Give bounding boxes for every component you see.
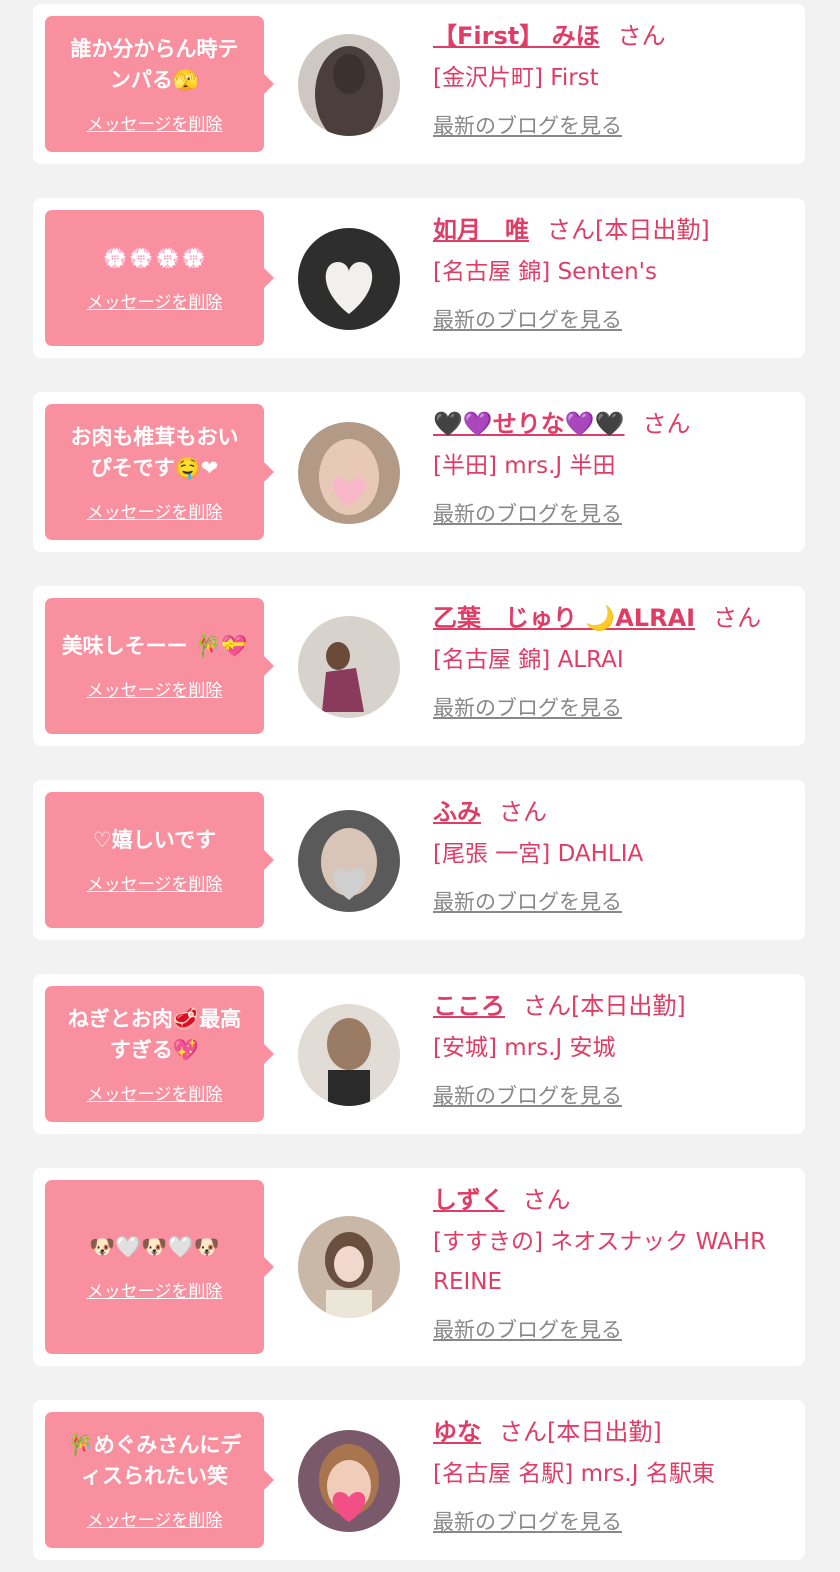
latest-blog-link[interactable]: 最新のブログを見る (433, 498, 622, 528)
delete-message-link[interactable]: メッセージを削除 (87, 1277, 223, 1302)
delete-message-link[interactable]: メッセージを削除 (87, 1506, 223, 1531)
favorite-card: 美味しそーー 🎋💝 メッセージを削除 乙葉 じゅり 🌙ALRAI さん [名古屋 … (33, 586, 805, 746)
card-info: こころ さん[本日出勤] [安城] mrs.J 安城 最新のブログを見る (433, 988, 793, 1110)
cast-name-link[interactable]: ふみ (433, 798, 481, 826)
favorites-message-list: 誰か分からん時テ ンパる🫣 メッセージを削除 【First】 みほ さん [金沢片… (0, 0, 840, 1572)
avatar[interactable] (298, 1430, 400, 1532)
message-text: ねぎとお肉🥩最高 すぎる💖 (67, 1006, 242, 1062)
delete-message-link[interactable]: メッセージを削除 (87, 676, 223, 701)
avatar[interactable] (298, 422, 400, 524)
avatar[interactable] (298, 810, 400, 912)
favorite-card: 💮💮💮💮 メッセージを削除 如月 唯さん[本日出勤] [名古屋 錦] Sente… (33, 198, 805, 358)
message-bubble: 💮💮💮💮 メッセージを削除 (45, 210, 274, 346)
message-text: 誰か分からん時テ ンパる🫣 (70, 36, 239, 92)
avatar[interactable] (298, 228, 400, 330)
shop-label: [尾張 一宮] DAHLIA (433, 841, 644, 867)
message-text: ♡嬉しいです (92, 828, 217, 852)
message-text: 美味しそーー 🎋💝 (61, 634, 248, 658)
message-text: 🎋めぐみさんにデ ィスられたい笑 (67, 1432, 242, 1488)
favorite-card: お肉も椎茸もおい ぴそです🤤❤ メッセージを削除 🖤💜せりな💜🖤 さん [半田] … (33, 392, 805, 552)
card-info: 乙葉 じゅり 🌙ALRAI さん [名古屋 錦] ALRAI 最新のブログを見る (433, 600, 793, 722)
message-bubble: 🐶🤍🐶🤍🐶 メッセージを削除 (45, 1180, 274, 1354)
honorific-label: さん (617, 22, 666, 50)
favorite-card: ♡嬉しいです メッセージを削除 ふみ さん [尾張 一宮] DAHLIA 最新のブ… (33, 780, 805, 940)
honorific-label: さん[本日出勤] (523, 992, 686, 1020)
shop-label: [名古屋 錦] Senten's (433, 259, 657, 285)
cast-name-link[interactable]: 如月 唯 (433, 216, 529, 244)
card-info: しずく さん [すすきの] ネオスナック WAHR REINE 最新のブログを見る (433, 1182, 793, 1344)
avatar-photo-icon (298, 1430, 400, 1532)
cast-name-link[interactable]: 【First】 みほ (433, 22, 600, 50)
card-info: ふみ さん [尾張 一宮] DAHLIA 最新のブログを見る (433, 794, 793, 916)
latest-blog-link[interactable]: 最新のブログを見る (433, 886, 622, 916)
cast-name-link[interactable]: しずく (433, 1186, 505, 1214)
cast-name-link[interactable]: 🖤💜せりな💜🖤 (433, 410, 625, 438)
message-text: 💮💮💮💮 (102, 246, 207, 270)
cast-name-link[interactable]: 乙葉 じゅり 🌙ALRAI (433, 604, 695, 632)
latest-blog-link[interactable]: 最新のブログを見る (433, 304, 622, 334)
card-info: 【First】 みほ さん [金沢片町] First 最新のブログを見る (433, 18, 793, 140)
avatar-photo-icon (298, 616, 400, 718)
message-bubble: ねぎとお肉🥩最高 すぎる💖 メッセージを削除 (45, 986, 274, 1122)
favorite-card: ねぎとお肉🥩最高 すぎる💖 メッセージを削除 こころ さん[本日出勤] [安城] … (33, 974, 805, 1134)
avatar-photo-icon (298, 422, 400, 524)
avatar-photo-icon (298, 810, 400, 912)
message-bubble: ♡嬉しいです メッセージを削除 (45, 792, 274, 928)
avatar[interactable] (298, 34, 400, 136)
favorite-card: 🐶🤍🐶🤍🐶 メッセージを削除 しずく さん [すすきの] ネオスナック WAHR … (33, 1168, 805, 1366)
delete-message-link[interactable]: メッセージを削除 (87, 110, 223, 135)
message-text: お肉も椎茸もおい ぴそです🤤❤ (70, 424, 239, 480)
avatar-photo-icon (298, 228, 400, 330)
card-info: ゆな さん[本日出勤] [名古屋 名駅] mrs.J 名駅東 最新のブログを見る (433, 1414, 793, 1536)
delete-message-link[interactable]: メッセージを削除 (87, 288, 223, 313)
shop-label: [名古屋 名駅] mrs.J 名駅東 (433, 1461, 715, 1487)
latest-blog-link[interactable]: 最新のブログを見る (433, 1080, 622, 1110)
favorite-card: 誰か分からん時テ ンパる🫣 メッセージを削除 【First】 みほ さん [金沢片… (33, 4, 805, 164)
delete-message-link[interactable]: メッセージを削除 (87, 498, 223, 523)
shop-label: [金沢片町] First (433, 65, 599, 91)
shop-label: [すすきの] ネオスナック WAHR REINE (433, 1229, 767, 1295)
message-bubble: お肉も椎茸もおい ぴそです🤤❤ メッセージを削除 (45, 404, 274, 540)
message-text: 🐶🤍🐶🤍🐶 (89, 1235, 220, 1259)
avatar-photo-icon (298, 34, 400, 136)
latest-blog-link[interactable]: 最新のブログを見る (433, 1506, 622, 1536)
favorite-card: 🎋めぐみさんにデ ィスられたい笑 メッセージを削除 ゆな さん[本日出勤] [名古… (33, 1400, 805, 1560)
card-info: 🖤💜せりな💜🖤 さん [半田] mrs.J 半田 最新のブログを見る (433, 406, 793, 528)
honorific-label: さん[本日出勤] (499, 1418, 662, 1446)
honorific-label: さん[本日出勤] (547, 216, 710, 244)
honorific-label: さん (499, 798, 547, 826)
latest-blog-link[interactable]: 最新のブログを見る (433, 1314, 622, 1344)
honorific-label: さん (642, 410, 691, 438)
latest-blog-link[interactable]: 最新のブログを見る (433, 692, 622, 722)
shop-label: [半田] mrs.J 半田 (433, 453, 616, 479)
message-bubble: 誰か分からん時テ ンパる🫣 メッセージを削除 (45, 16, 274, 152)
shop-label: [名古屋 錦] ALRAI (433, 647, 624, 673)
avatar[interactable] (298, 1216, 400, 1318)
honorific-label: さん (522, 1186, 571, 1214)
honorific-label: さん (713, 604, 762, 632)
message-bubble: 美味しそーー 🎋💝 メッセージを削除 (45, 598, 274, 734)
message-bubble: 🎋めぐみさんにデ ィスられたい笑 メッセージを削除 (45, 1412, 274, 1548)
delete-message-link[interactable]: メッセージを削除 (87, 1080, 223, 1105)
cast-name-link[interactable]: ゆな (433, 1418, 481, 1446)
card-info: 如月 唯さん[本日出勤] [名古屋 錦] Senten's 最新のブログを見る (433, 212, 793, 334)
avatar[interactable] (298, 616, 400, 718)
latest-blog-link[interactable]: 最新のブログを見る (433, 110, 622, 140)
avatar-photo-icon (298, 1004, 400, 1106)
avatar-photo-icon (298, 1216, 400, 1318)
shop-label: [安城] mrs.J 安城 (433, 1035, 616, 1061)
delete-message-link[interactable]: メッセージを削除 (87, 870, 223, 895)
avatar[interactable] (298, 1004, 400, 1106)
cast-name-link[interactable]: こころ (433, 992, 505, 1020)
